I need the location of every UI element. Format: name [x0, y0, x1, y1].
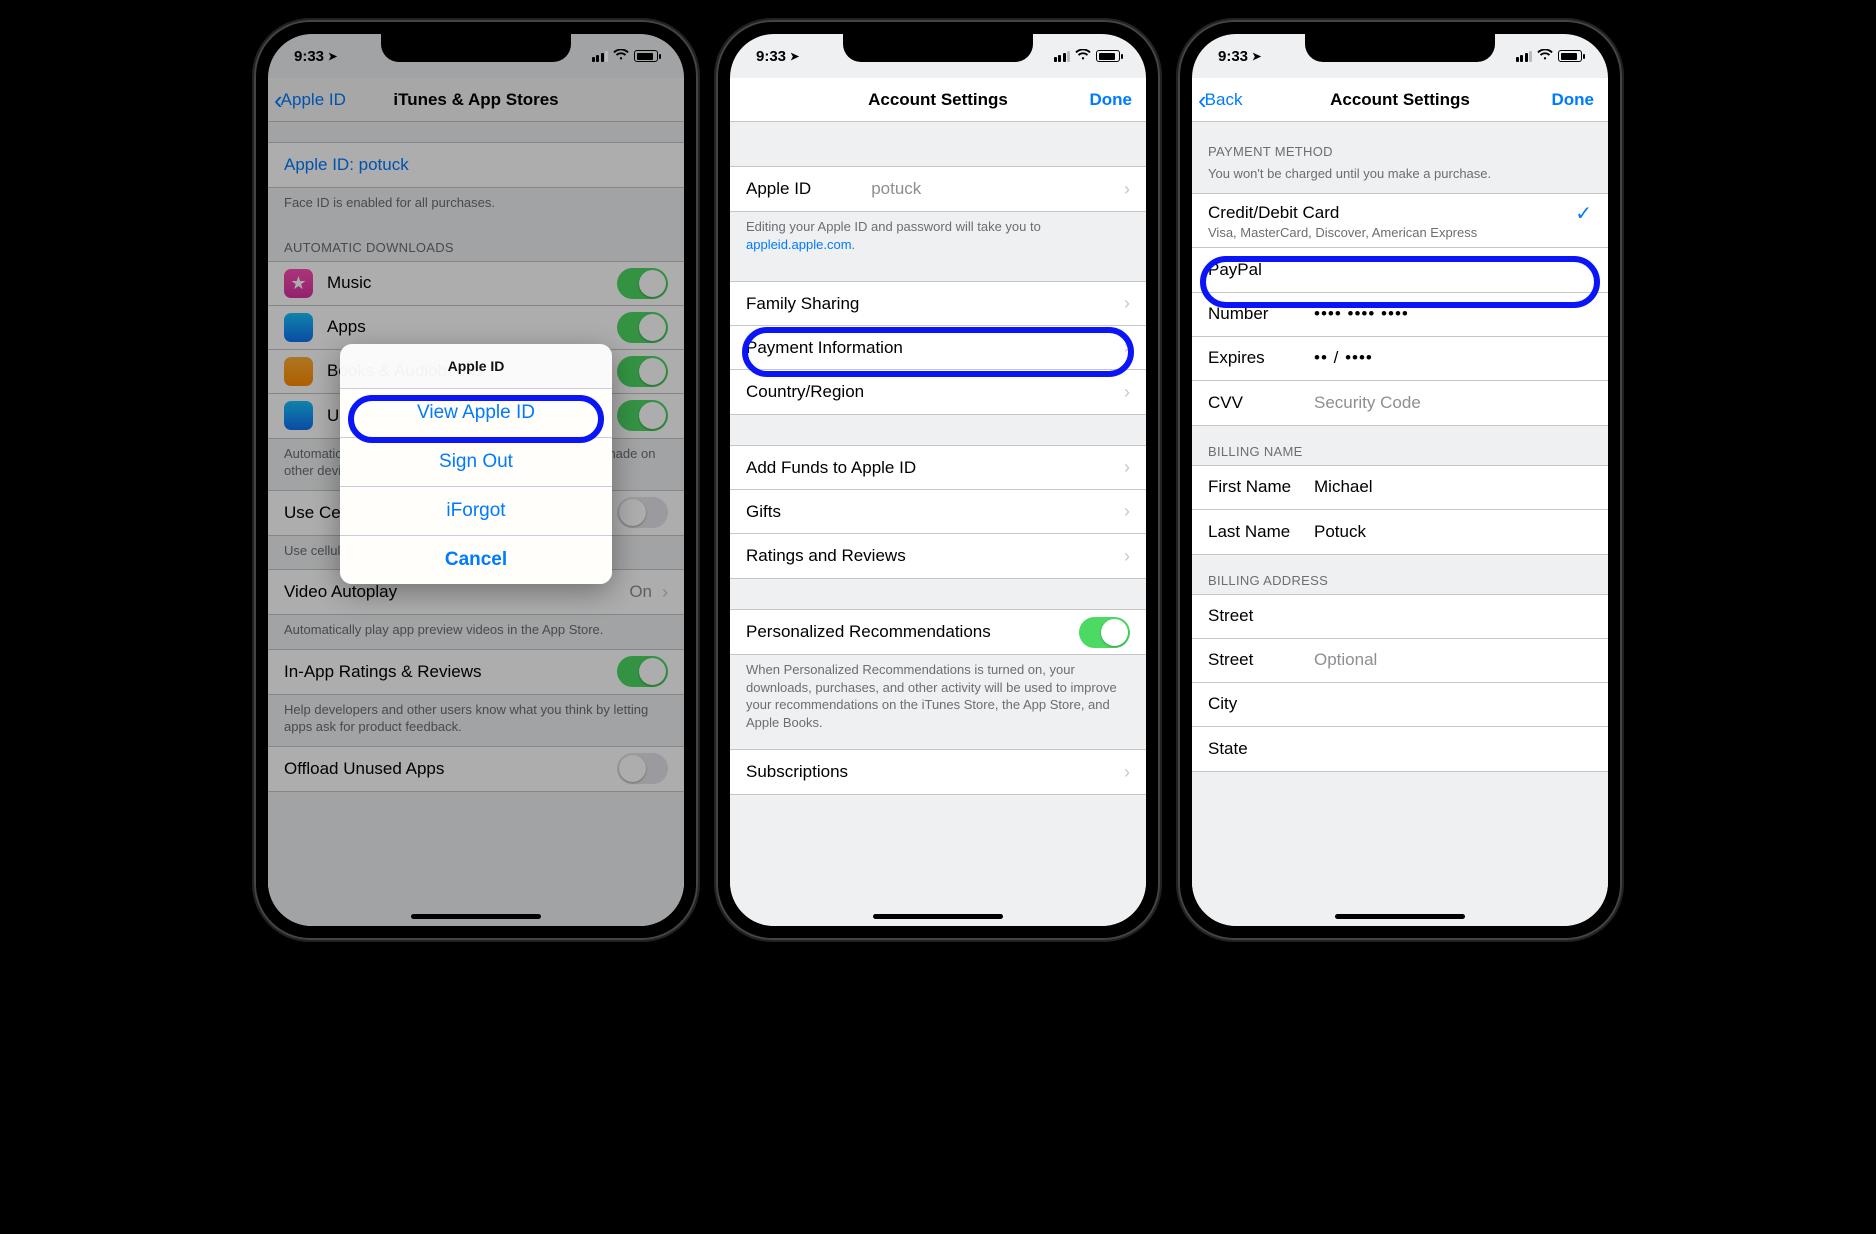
cvv-input[interactable]: Security Code	[1314, 393, 1592, 413]
content-area: PAYMENT METHOD You won't be charged unti…	[1192, 122, 1608, 926]
home-indicator[interactable]	[873, 914, 1003, 919]
location-icon: ➤	[1252, 50, 1261, 63]
notch	[1305, 34, 1495, 62]
status-time: 9:33	[294, 48, 324, 65]
location-icon: ➤	[328, 50, 337, 63]
nav-bar: Account Settings Done	[730, 78, 1146, 122]
wifi-icon	[613, 48, 629, 64]
location-icon: ➤	[790, 50, 799, 63]
view-apple-id-option[interactable]: View Apple ID	[340, 389, 612, 438]
notch	[843, 34, 1033, 62]
nav-bar: ‹ Back Account Settings Done	[1192, 78, 1608, 122]
signal-bars-icon	[1516, 51, 1533, 62]
phone-frame-2: 9:33 ➤ Account Settings Done Apple ID po…	[716, 20, 1160, 940]
chevron-right-icon: ›	[1124, 501, 1130, 522]
gifts-row[interactable]: Gifts ›	[730, 490, 1146, 534]
country-region-row[interactable]: Country/Region ›	[730, 370, 1146, 414]
paypal-row[interactable]: PayPal	[1192, 248, 1608, 292]
home-indicator[interactable]	[411, 914, 541, 919]
chevron-right-icon: ›	[1124, 337, 1130, 358]
nav-title: Account Settings	[1330, 90, 1470, 110]
chevron-right-icon: ›	[1124, 382, 1130, 403]
chevron-right-icon: ›	[1124, 293, 1130, 314]
content-area: Apple ID potuck › Editing your Apple ID …	[730, 122, 1146, 926]
wifi-icon	[1537, 48, 1553, 64]
apple-id-action-sheet: Apple ID View Apple ID Sign Out iForgot …	[340, 344, 612, 584]
chevron-right-icon: ›	[1124, 546, 1130, 567]
appleid-link[interactable]: appleid.apple.com	[746, 237, 852, 252]
battery-icon	[1558, 50, 1582, 62]
iforgot-option[interactable]: iForgot	[340, 487, 612, 536]
street-row[interactable]: Street	[1192, 595, 1608, 639]
notch	[381, 34, 571, 62]
signal-bars-icon	[592, 51, 609, 62]
chevron-right-icon: ›	[1124, 457, 1130, 478]
personalized-recs-row[interactable]: Personalized Recommendations	[730, 610, 1146, 654]
cancel-option[interactable]: Cancel	[340, 536, 612, 584]
subscriptions-row[interactable]: Subscriptions ›	[730, 750, 1146, 794]
done-button[interactable]: Done	[1090, 90, 1133, 110]
battery-icon	[1096, 50, 1120, 62]
wifi-icon	[1075, 48, 1091, 64]
pm-footer: You won't be charged until you make a pu…	[1192, 165, 1608, 193]
family-sharing-row[interactable]: Family Sharing ›	[730, 282, 1146, 326]
status-time: 9:33	[756, 48, 786, 65]
sheet-title: Apple ID	[340, 344, 612, 389]
phone-frame-3: 9:33 ➤ ‹ Back Account Settings Done PAYM…	[1178, 20, 1622, 940]
card-cvv-row[interactable]: CVV Security Code	[1192, 381, 1608, 425]
screen-1: 9:33 ➤ ‹ Apple ID iTunes & App Stores	[268, 34, 684, 926]
state-row[interactable]: State	[1192, 727, 1608, 771]
nav-title: Account Settings	[868, 90, 1008, 110]
city-row[interactable]: City	[1192, 683, 1608, 727]
back-button[interactable]: ‹ Back	[1198, 90, 1242, 110]
personalized-footer: When Personalized Recommendations is tur…	[730, 655, 1146, 741]
sign-out-option[interactable]: Sign Out	[340, 438, 612, 487]
apple-id-row[interactable]: Apple ID potuck ›	[730, 167, 1146, 211]
street2-row[interactable]: Street Optional	[1192, 639, 1608, 683]
card-number-row[interactable]: Number •••• •••• ••••	[1192, 293, 1608, 337]
section-billing-name: BILLING NAME	[1192, 426, 1608, 465]
signal-bars-icon	[1054, 51, 1071, 62]
status-time: 9:33	[1218, 48, 1248, 65]
ratings-reviews-row[interactable]: Ratings and Reviews ›	[730, 534, 1146, 578]
section-payment-method: PAYMENT METHOD	[1192, 122, 1608, 165]
last-name-row[interactable]: Last Name Potuck	[1192, 510, 1608, 554]
chevron-right-icon: ›	[1124, 762, 1130, 783]
phone-frame-1: 9:33 ➤ ‹ Apple ID iTunes & App Stores	[254, 20, 698, 940]
credit-card-row[interactable]: Credit/Debit Card ✓ Visa, MasterCard, Di…	[1192, 194, 1608, 248]
done-button[interactable]: Done	[1552, 90, 1595, 110]
home-indicator[interactable]	[1335, 914, 1465, 919]
appleid-footer: Editing your Apple ID and password will …	[730, 212, 1146, 263]
add-funds-row[interactable]: Add Funds to Apple ID ›	[730, 446, 1146, 490]
screen-3: 9:33 ➤ ‹ Back Account Settings Done PAYM…	[1192, 34, 1608, 926]
personalized-toggle[interactable]	[1079, 617, 1130, 648]
first-name-row[interactable]: First Name Michael	[1192, 466, 1608, 510]
card-expires-row[interactable]: Expires •• / ••••	[1192, 337, 1608, 381]
screen-2: 9:33 ➤ Account Settings Done Apple ID po…	[730, 34, 1146, 926]
chevron-right-icon: ›	[1124, 179, 1130, 200]
payment-info-row[interactable]: Payment Information ›	[730, 326, 1146, 370]
checkmark-icon: ✓	[1575, 201, 1592, 226]
battery-icon	[634, 50, 658, 62]
section-billing-address: BILLING ADDRESS	[1192, 555, 1608, 594]
